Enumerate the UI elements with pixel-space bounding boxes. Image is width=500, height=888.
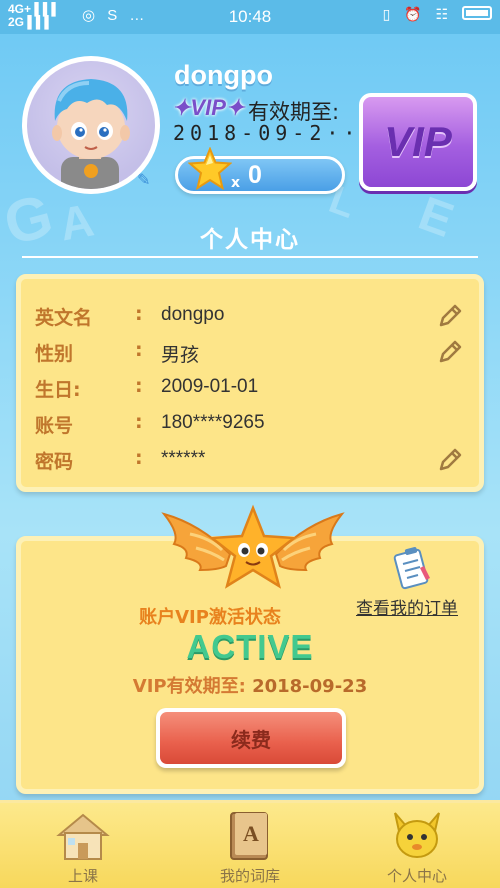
status-bar: 4G+ ▌▌▌ 2G ▌▌▌ ◎ S … 10:48 ▯ ⏰ ☷ bbox=[0, 0, 500, 34]
star-icon bbox=[188, 147, 232, 191]
info-colon: : bbox=[135, 375, 143, 397]
avatar-image bbox=[27, 61, 155, 189]
vip-tag: ✦VIP✦ bbox=[172, 95, 245, 120]
info-row-gender: 性别 : 男孩 bbox=[21, 337, 479, 371]
birthday-value: 2009-01-01 bbox=[161, 376, 259, 397]
clipboard-icon[interactable] bbox=[390, 546, 436, 592]
mascot-icon bbox=[394, 812, 440, 858]
info-colon: : bbox=[135, 339, 143, 361]
book-icon: A bbox=[230, 812, 268, 860]
vip-expire-label: VIP有效期至: bbox=[132, 676, 246, 697]
tab-lessons[interactable]: 上课 bbox=[0, 803, 166, 888]
vip-status-title: 账户VIP激活状态 bbox=[139, 607, 281, 628]
winged-star-mascot-icon bbox=[161, 504, 345, 589]
info-label: 英文名 bbox=[35, 307, 93, 329]
username: dongpo bbox=[174, 60, 273, 90]
tab-label: 个人中心 bbox=[386, 867, 447, 885]
account-value: 180****9265 bbox=[161, 412, 265, 433]
info-row-password: 密码 : ****** bbox=[21, 445, 479, 479]
bottom-tab-bar: 上课 A 我的词库 个人中心 bbox=[0, 800, 500, 888]
renew-button-label: 续费 bbox=[160, 712, 342, 764]
vip-status-value: ACTIVE bbox=[186, 628, 314, 665]
page-title: 个人中心 bbox=[200, 227, 300, 253]
info-label: 生日: bbox=[35, 379, 81, 401]
info-colon: : bbox=[135, 411, 143, 433]
house-icon bbox=[56, 813, 110, 860]
star-counter: x 0 bbox=[175, 147, 345, 194]
star-count: 0 bbox=[248, 161, 262, 189]
title-divider bbox=[22, 256, 478, 258]
info-label: 密码 bbox=[35, 451, 74, 473]
validity-date: 2018-09-2·· bbox=[173, 121, 361, 145]
star-multiplier: x bbox=[231, 175, 241, 191]
edit-gender-icon[interactable] bbox=[435, 337, 465, 367]
profile-info-card: 英文名 : dongpo 性别 : 男孩 生日: : 2009-01-01 账号… bbox=[16, 274, 484, 492]
edit-avatar-icon[interactable]: ✎ bbox=[137, 170, 150, 189]
vip-expire-row: VIP有效期至: 2018-09-23 bbox=[0, 672, 500, 698]
edit-password-icon[interactable] bbox=[435, 445, 465, 475]
tab-vocabulary[interactable]: A 我的词库 bbox=[167, 803, 333, 888]
vip-expire-date: 2018-09-23 bbox=[252, 676, 368, 697]
info-colon: : bbox=[135, 303, 143, 325]
info-row-birthday: 生日: : 2009-01-01 bbox=[21, 373, 479, 407]
password-value: ****** bbox=[161, 448, 206, 469]
battery-icon bbox=[462, 6, 492, 20]
vip-button-label: VIP bbox=[384, 118, 452, 165]
renew-button[interactable]: 续费 bbox=[156, 708, 346, 768]
system-icons: ▯ ⏰ ☷ bbox=[383, 6, 492, 23]
info-label: 账号 bbox=[35, 415, 74, 437]
gender-value: 男孩 bbox=[161, 345, 200, 366]
system-status-icons: ▯ ⏰ ☷ bbox=[382, 6, 454, 22]
info-label: 性别 bbox=[35, 343, 74, 365]
cartoon-boy-icon bbox=[52, 79, 130, 189]
edit-english-name-icon[interactable] bbox=[435, 301, 465, 331]
tab-label: 上课 bbox=[67, 867, 98, 885]
info-row-account: 账号 : 180****9265 bbox=[21, 409, 479, 443]
svg-text:A: A bbox=[243, 821, 259, 846]
tab-label: 我的词库 bbox=[219, 867, 280, 885]
info-row-english-name: 英文名 : dongpo bbox=[21, 301, 479, 335]
info-colon: : bbox=[135, 447, 143, 469]
vip-button[interactable]: VIP bbox=[359, 93, 477, 191]
english-name-value: dongpo bbox=[161, 304, 225, 325]
tab-profile[interactable]: 个人中心 bbox=[334, 803, 500, 888]
